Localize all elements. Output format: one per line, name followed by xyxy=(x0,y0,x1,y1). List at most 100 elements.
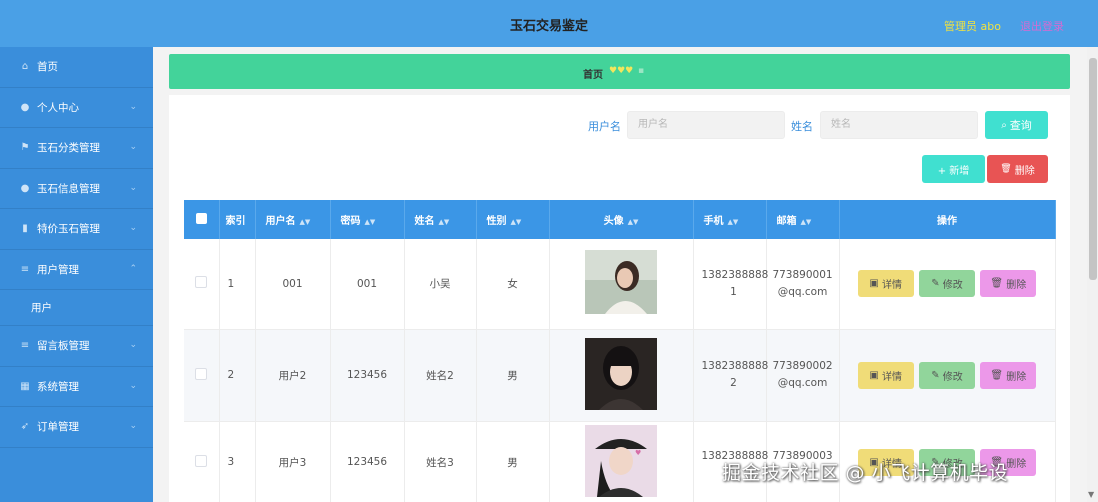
cell-avatar: ♥ xyxy=(549,421,694,502)
col-header-gender[interactable]: 性别 ▲▼ xyxy=(476,200,550,239)
col-header-name[interactable]: 姓名 ▲▼ xyxy=(404,200,477,239)
chevron-down-icon: ⌄ xyxy=(129,142,137,152)
flag-icon: ⚑ xyxy=(20,142,30,154)
pencil-icon: ✎ xyxy=(931,278,940,290)
avatar xyxy=(585,250,657,315)
user-table: 索引 用户名 ▲▼ 密码 ▲▼ 姓名 ▲▼ 性别 ▲▼ 头像 ▲▼ 手机 ▲▼ 邮箱 ▲▼ 操… xyxy=(184,200,1056,502)
list-icon: ≡ xyxy=(20,340,30,352)
cell-password: 001 xyxy=(330,239,405,330)
sidebar-item-label: 特价玉石管理 xyxy=(37,223,100,236)
sidebar-item-label: 玉石分类管理 xyxy=(37,142,100,155)
query-button[interactable]: ⌕ 查询 xyxy=(985,111,1048,139)
cell-phone: 1382388888 1 xyxy=(693,239,768,330)
delete-button[interactable]: 🗑 删除 xyxy=(980,270,1037,298)
batch-delete-label: 删除 xyxy=(1014,165,1035,177)
chevron-down-icon: ⌄ xyxy=(129,380,137,391)
select-all-checkbox[interactable] xyxy=(184,200,220,239)
sidebar-item-profile[interactable]: ● 个人中心 ⌄ xyxy=(0,88,153,128)
col-header-email[interactable]: 邮箱 ▲▼ xyxy=(766,200,840,239)
edit-button[interactable]: ✎ 修改 xyxy=(919,361,975,389)
cell-index: 2 xyxy=(219,329,256,422)
edit-button[interactable]: ✎ 修改 xyxy=(919,270,975,298)
col-header-username[interactable]: 用户名 ▲▼ xyxy=(255,200,331,239)
username-input[interactable]: 用户名 xyxy=(627,111,785,139)
sidebar-subitem-users[interactable]: 用户 xyxy=(0,290,153,326)
doc-icon: ▣ xyxy=(869,278,879,290)
sidebar-item-home[interactable]: ⌂ 首页 xyxy=(0,47,153,88)
batch-delete-button[interactable]: 🗑 删除 xyxy=(987,155,1048,183)
send-icon: ➶ xyxy=(20,421,30,433)
sort-icon: ▲▼ xyxy=(299,218,311,226)
app-title: 玉石交易鉴定 xyxy=(509,19,588,34)
sidebar-item-label: 首页 xyxy=(37,61,58,74)
chevron-up-icon: ⌃ xyxy=(129,263,137,274)
sidebar-item-system[interactable]: ▦ 系统管理 ⌄ xyxy=(0,367,153,407)
sidebar-item-jade-info[interactable]: ● 玉石信息管理 ⌄ xyxy=(0,169,153,209)
sort-icon: ▲▼ xyxy=(364,218,376,226)
chevron-down-icon: ⌄ xyxy=(129,223,137,233)
sidebar-item-user-mgmt[interactable]: ≡ 用户管理 ⌃ xyxy=(0,250,153,290)
detail-button[interactable]: ▣ 详情 xyxy=(857,270,914,298)
trash-icon: 🗑 xyxy=(1000,164,1012,174)
chevron-down-icon: ⌄ xyxy=(129,182,137,193)
delete-button[interactable]: 🗑 删除 xyxy=(980,361,1037,389)
logout-link[interactable]: 退出登录 xyxy=(1020,18,1064,34)
cell-username: 用户3 xyxy=(255,421,331,502)
cell-name: 姓名3 xyxy=(404,421,477,502)
svg-text:♥: ♥ xyxy=(635,449,641,457)
cell-actions: ▣ 详情 ✎ 修改 🗑 删除 xyxy=(839,239,1056,330)
heart-icon: ♥♥♥ xyxy=(609,66,634,76)
avatar: ♥ xyxy=(585,424,657,497)
sidebar-item-label: 系统管理 xyxy=(37,380,79,393)
scrollbar-thumb[interactable] xyxy=(1089,58,1097,280)
sort-icon: ▲▼ xyxy=(800,218,812,226)
cell-gender: 男 xyxy=(476,329,550,422)
col-header-password[interactable]: 密码 ▲▼ xyxy=(330,200,405,239)
cell-avatar xyxy=(549,329,694,422)
cell-username: 用户2 xyxy=(255,329,331,422)
chevron-down-icon: ⌄ xyxy=(129,340,137,350)
doc-icon: ▣ xyxy=(869,369,879,381)
sidebar-item-special-jade[interactable]: ▮ 特价玉石管理 ⌄ xyxy=(0,209,153,250)
cell-index: 1 xyxy=(219,239,256,330)
breadcrumb-home[interactable]: 首页 xyxy=(583,66,603,81)
sort-icon: ▲▼ xyxy=(727,218,739,226)
query-button-label: 查询 xyxy=(1009,119,1032,132)
detail-button[interactable]: ▣ 详情 xyxy=(857,361,914,389)
trash-icon: 🗑 xyxy=(990,278,1004,290)
sidebar-item-message-board[interactable]: ≡ 留言板管理 ⌄ xyxy=(0,326,153,367)
sidebar-item-jade-category[interactable]: ⚑ 玉石分类管理 ⌄ xyxy=(0,128,153,169)
sidebar-item-label: 玉石信息管理 xyxy=(37,182,100,195)
sidebar-subitem-label: 用户 xyxy=(31,302,52,314)
table-header-row: 索引 用户名 ▲▼ 密码 ▲▼ 姓名 ▲▼ 性别 ▲▼ 头像 ▲▼ 手机 ▲▼ 邮箱 ▲▼ 操… xyxy=(184,200,1056,239)
name-input[interactable]: 姓名 xyxy=(820,111,978,139)
sidebar-item-label: 个人中心 xyxy=(37,101,79,114)
cell-index: 3 xyxy=(219,421,256,502)
chevron-down-icon: ⌄ xyxy=(129,421,137,431)
admin-label: 管理员 abo xyxy=(944,20,1001,33)
col-header-avatar[interactable]: 头像 ▲▼ xyxy=(549,200,694,239)
cell-avatar xyxy=(549,239,694,330)
row-checkbox[interactable] xyxy=(184,421,220,502)
cell-password: 123456 xyxy=(330,329,405,422)
list-icon: ≡ xyxy=(20,263,30,275)
user-icon: ● xyxy=(20,182,30,194)
cell-phone: 1382388888 2 xyxy=(693,329,768,422)
user-icon: ● xyxy=(20,101,30,113)
col-header-index: 索引 xyxy=(219,200,256,239)
col-header-phone[interactable]: 手机 ▲▼ xyxy=(693,200,767,239)
cell-gender: 男 xyxy=(476,421,550,502)
row-checkbox[interactable] xyxy=(184,329,220,422)
sidebar-item-label: 留言板管理 xyxy=(37,340,90,353)
table-row: 1 001 001 小吴 女 1382388888 1 773890001 @qq.… xyxy=(184,239,1056,330)
cell-name: 小吴 xyxy=(404,239,477,330)
table-row: 2 用户2 123456 姓名2 男 1382388888 2 773890002… xyxy=(184,329,1056,422)
scroll-down-icon[interactable]: ▼ xyxy=(1088,490,1094,499)
add-button[interactable]: + 新增 xyxy=(922,155,985,183)
sidebar-item-orders[interactable]: ➶ 订单管理 ⌄ xyxy=(0,407,153,448)
pencil-icon: ✎ xyxy=(931,369,940,381)
row-checkbox[interactable] xyxy=(184,239,220,330)
watermark-text: 掘金技术社区 @ 小飞计算机毕设 xyxy=(722,462,1009,484)
cell-actions: ▣ 详情 ✎ 修改 🗑 删除 xyxy=(839,329,1056,422)
add-button-label: + 新增 xyxy=(937,165,970,177)
